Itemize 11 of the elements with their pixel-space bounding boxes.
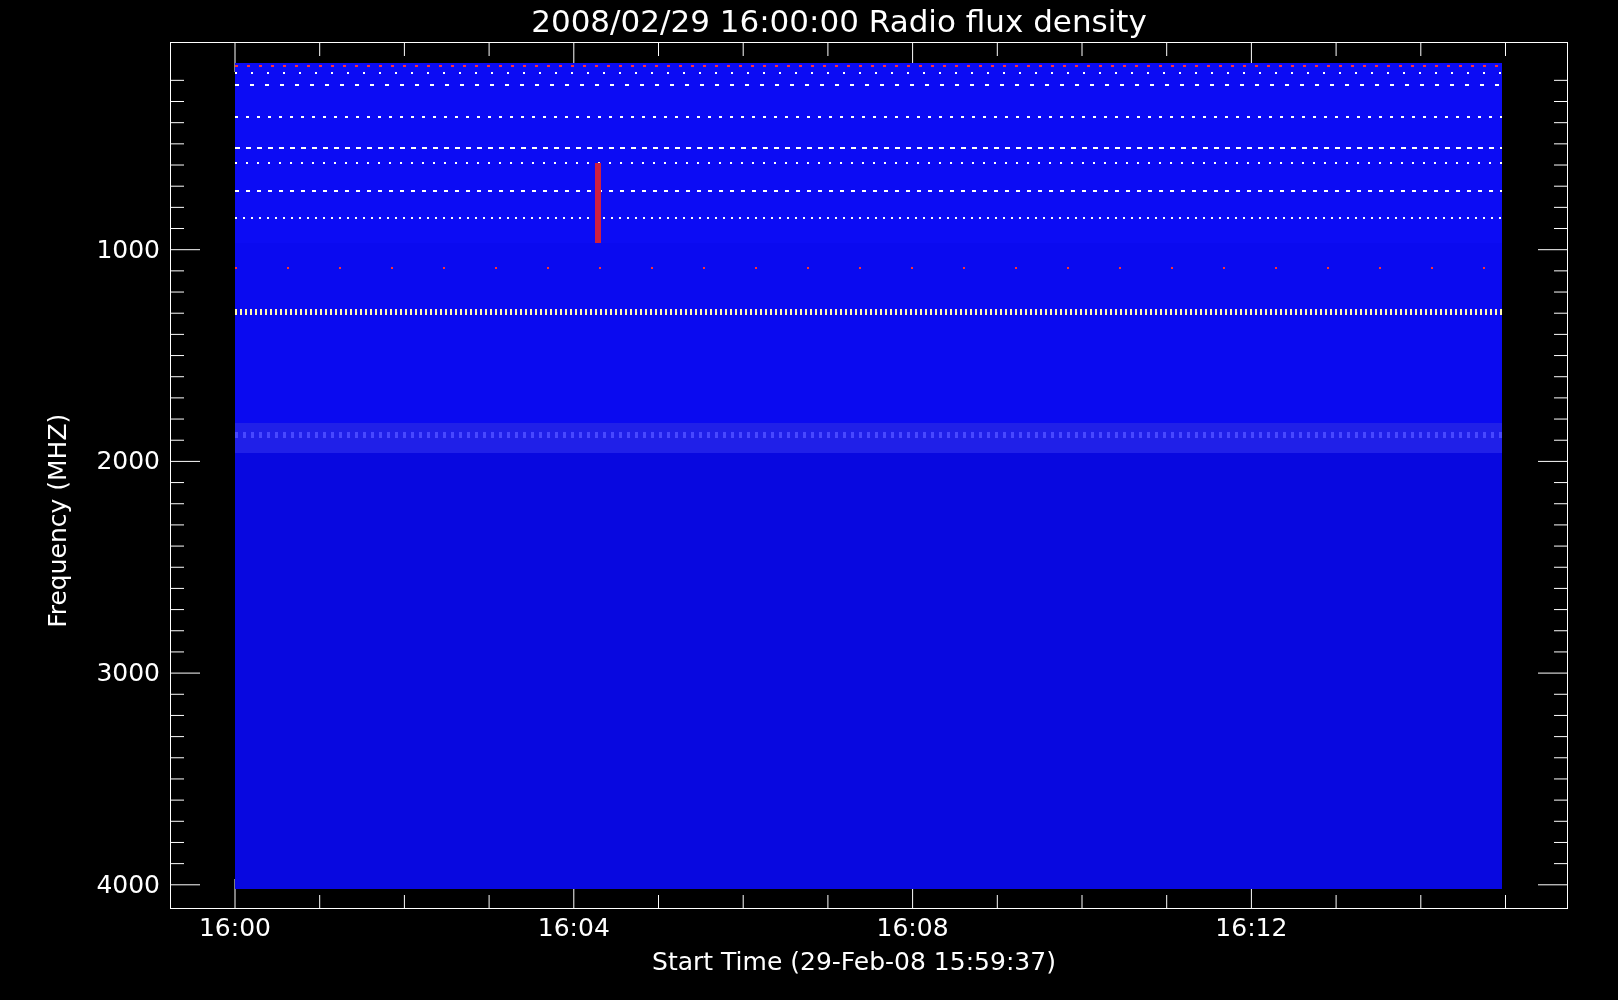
x-axis-label: Start Time (29-Feb-08 15:59:37) <box>652 947 1056 977</box>
x-tick-label: 16:00 <box>197 913 272 943</box>
x-tick-label: 16:08 <box>875 913 950 943</box>
chart-title: 2008/02/29 16:00:00 Radio flux density <box>531 2 1147 41</box>
y-axis-label: Frequency (MHZ) <box>42 412 74 630</box>
x-tick-label: 16:12 <box>1214 913 1289 943</box>
y-tick-label: 4000 <box>96 869 160 900</box>
y-tick-label: 3000 <box>96 658 160 689</box>
y-tick-label: 2000 <box>96 446 160 477</box>
y-tick-label: 1000 <box>96 234 160 265</box>
x-tick-label: 16:04 <box>536 913 611 943</box>
